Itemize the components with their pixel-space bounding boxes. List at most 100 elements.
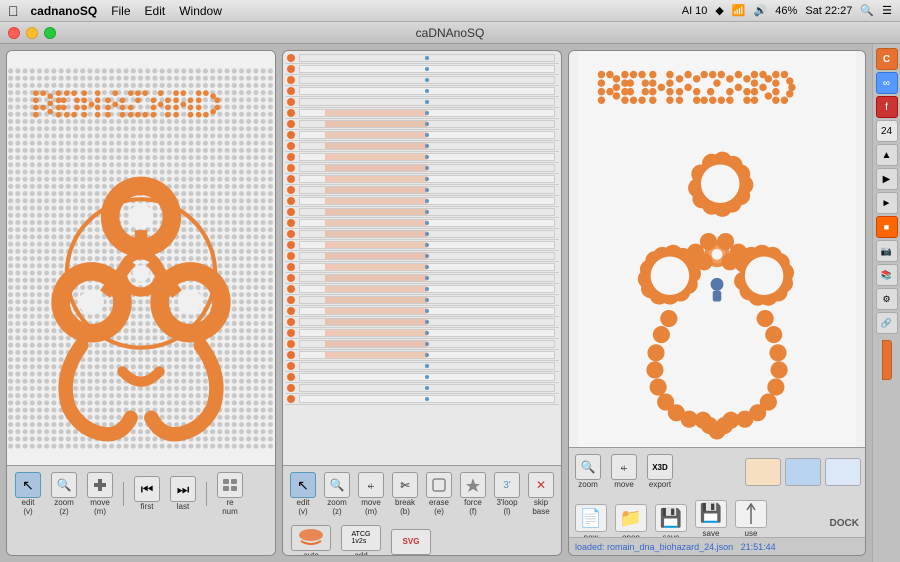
renum-tool-btn[interactable]: renum — [215, 470, 245, 519]
swatch-2[interactable] — [785, 458, 821, 486]
row-track-16[interactable] — [299, 230, 555, 238]
row-track-31[interactable] — [299, 395, 555, 403]
row-track-2[interactable] — [299, 76, 555, 84]
row-track-19[interactable] — [299, 263, 555, 271]
sidebar-icon-8[interactable]: ■ — [876, 216, 898, 238]
row-marker-22 — [287, 296, 295, 304]
row-track-25[interactable] — [299, 329, 555, 337]
right-export-btn[interactable]: X3D export — [645, 452, 675, 492]
seq-row-10 — [285, 163, 559, 174]
clock: Sat 22:27 — [805, 5, 852, 17]
row-track-22[interactable] — [299, 296, 555, 304]
apple-menu[interactable]:  — [8, 3, 19, 19]
right-move-label: move — [614, 481, 634, 490]
list-icon[interactable]: ☰ — [882, 4, 892, 17]
menu-edit[interactable]: Edit — [145, 4, 166, 18]
row-track-11[interactable] — [299, 175, 555, 183]
sequence-view[interactable] — [283, 51, 561, 465]
seq-row-17 — [285, 240, 559, 251]
export-svg-btn[interactable]: SVG export — [389, 527, 433, 556]
row-dot-4 — [425, 100, 429, 104]
middle-erase-btn[interactable]: erase(e) — [425, 470, 453, 519]
row-marker-26 — [287, 340, 295, 348]
last-tool-btn[interactable]: ⏭ last — [168, 474, 198, 514]
right-canvas[interactable] — [569, 51, 865, 447]
row-track-6[interactable] — [299, 120, 555, 128]
row-track-20[interactable] — [299, 274, 555, 282]
row-track-21[interactable] — [299, 285, 555, 293]
zoom-tool-btn[interactable]: 🔍 zoom(z) — [49, 470, 79, 519]
row-track-23[interactable] — [299, 307, 555, 315]
right-move-btn[interactable]: ⍅ move — [609, 452, 639, 492]
move-tool-label: move(m) — [90, 499, 110, 517]
middle-zoom-btn[interactable]: 🔍 zoom(z) — [323, 470, 351, 519]
row-track-13[interactable] — [299, 197, 555, 205]
swatch-1[interactable] — [745, 458, 781, 486]
sidebar-icon-9[interactable]: 📷 — [876, 240, 898, 262]
row-track-26[interactable] — [299, 340, 555, 348]
middle-paint-btn[interactable]: paint(p) — [561, 470, 562, 519]
search-icon[interactable]: 🔍 — [860, 4, 874, 17]
sidebar-icon-10[interactable]: 📚 — [876, 264, 898, 286]
sidebar-icon-11[interactable]: ⚙ — [876, 288, 898, 310]
sidebar-icon-4[interactable]: 24 — [876, 120, 898, 142]
seq-row-7 — [285, 130, 559, 141]
add-seq-btn[interactable]: ATCG1v2s addseq — [339, 523, 383, 556]
row-track-10[interactable] — [299, 164, 555, 172]
seq-row-27 — [285, 350, 559, 361]
first-tool-btn[interactable]: ⏮ first — [132, 474, 162, 514]
middle-force-btn[interactable]: force(f) — [459, 470, 487, 519]
maximize-button[interactable] — [44, 27, 56, 39]
row-track-7[interactable] — [299, 131, 555, 139]
row-track-4[interactable] — [299, 98, 555, 106]
row-track-30[interactable] — [299, 384, 555, 392]
row-track-27[interactable] — [299, 351, 555, 359]
sidebar-icon-7[interactable]: ► — [876, 192, 898, 214]
row-track-5[interactable] — [299, 109, 555, 117]
sidebar-icon-12[interactable]: 🔗 — [876, 312, 898, 334]
row-track-8[interactable] — [299, 142, 555, 150]
close-button[interactable] — [8, 27, 20, 39]
minimize-button[interactable] — [26, 27, 38, 39]
row-marker-21 — [287, 285, 295, 293]
row-track-29[interactable] — [299, 373, 555, 381]
menu-window[interactable]: Window — [179, 4, 222, 18]
row-track-0[interactable] — [299, 54, 555, 62]
row-track-18[interactable] — [299, 252, 555, 260]
edit-tool-btn[interactable]: ↖ edit(v) — [13, 470, 43, 519]
menu-file[interactable]: File — [111, 4, 130, 18]
middle-break-btn[interactable]: ✄ break(b) — [391, 470, 419, 519]
seq-row-18 — [285, 251, 559, 262]
sidebar-icon-6[interactable]: ▶ — [876, 168, 898, 190]
sidebar-icon-2[interactable]: ∞ — [876, 72, 898, 94]
sidebar-icon-1[interactable]: C — [876, 48, 898, 70]
row-track-17[interactable] — [299, 241, 555, 249]
auto-staple-btn[interactable]: autostaple — [289, 523, 333, 556]
row-track-14[interactable] — [299, 208, 555, 216]
row-track-3[interactable] — [299, 87, 555, 95]
row-track-12[interactable] — [299, 186, 555, 194]
row-track-1[interactable] — [299, 65, 555, 73]
row-marker-23 — [287, 307, 295, 315]
middle-skip-btn[interactable]: ✕ skipbase — [527, 470, 555, 519]
middle-3loop-btn[interactable]: 3' 3'loop(l) — [493, 470, 521, 519]
right-zoom-btn[interactable]: 🔍 zoom — [573, 452, 603, 492]
move-tool-btn[interactable]: move(m) — [85, 470, 115, 519]
middle-move-btn[interactable]: ⍅ move(m) — [357, 470, 385, 519]
row-track-28[interactable] — [299, 362, 555, 370]
sidebar-icon-5[interactable]: ▲ — [876, 144, 898, 166]
middle-edit-btn[interactable]: ↖ edit(v) — [289, 470, 317, 519]
row-track-24[interactable] — [299, 318, 555, 326]
sidebar-icon-right[interactable] — [882, 340, 892, 380]
left-canvas[interactable] — [7, 51, 275, 465]
swatch-3[interactable] — [825, 458, 861, 486]
row-track-9[interactable] — [299, 153, 555, 161]
middle-zoom-icon: 🔍 — [324, 472, 350, 498]
seq-row-11 — [285, 174, 559, 185]
row-marker-19 — [287, 263, 295, 271]
row-track-15[interactable] — [299, 219, 555, 227]
sidebar-icon-3[interactable]: f — [876, 96, 898, 118]
renum-tool-icon — [217, 472, 243, 498]
row-dot-1 — [425, 67, 429, 71]
middle-break-label: break(b) — [395, 499, 415, 517]
